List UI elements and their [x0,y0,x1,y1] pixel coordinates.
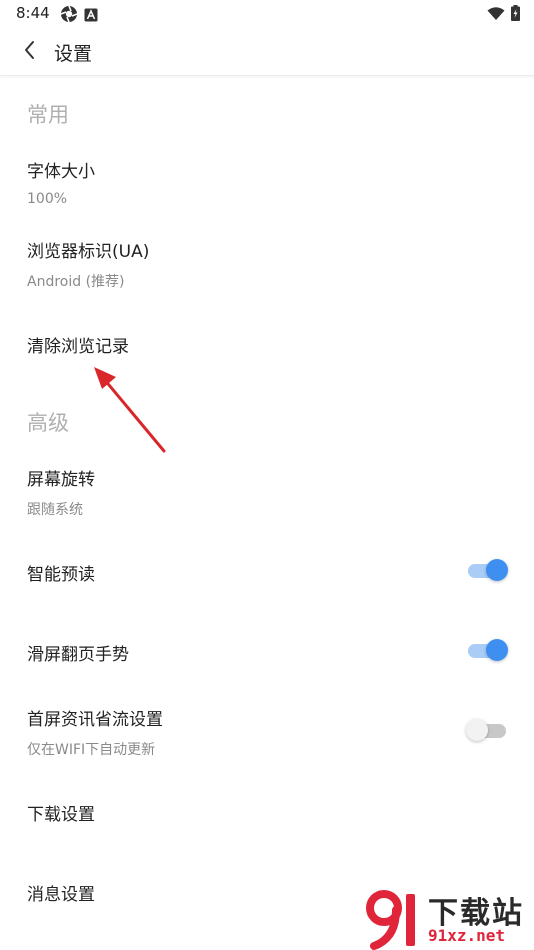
setting-value: 跟随系统 [27,502,83,518]
setting-screen-rotation[interactable]: 屏幕旋转 跟随系统 [0,450,534,528]
annotation-arrow [94,367,166,453]
page-title: 设置 [54,43,93,65]
setting-title: 智能预读 [27,565,95,585]
setting-title: 字体大小 [27,162,95,182]
smart-preload-toggle[interactable] [466,557,508,583]
setting-title: 浏览器标识(UA) [27,242,150,262]
setting-title: 清除浏览记录 [27,337,129,357]
watermark-domain: 91xz.net [428,926,506,945]
setting-user-agent[interactable]: 浏览器标识(UA) Android (推荐) [0,222,534,300]
a-box-icon [84,7,98,26]
app-bar: 设置 [0,28,534,76]
aperture-icon [60,5,78,27]
section-header-common: 常用 [27,103,69,127]
setting-font-size[interactable]: 字体大小 100% [0,142,534,220]
watermark-logo-icon [366,890,415,950]
toggle-thumb [466,719,488,741]
setting-title: 首屏资讯省流设置 [27,710,163,730]
status-bar: 8:44 [0,0,534,28]
toggle-thumb [486,559,508,581]
setting-smart-preload[interactable]: 智能预读 [0,540,534,602]
setting-clear-history[interactable]: 清除浏览记录 [0,312,534,374]
setting-title: 屏幕旋转 [27,470,95,490]
data-saving-toggle[interactable] [466,717,508,743]
setting-value: 100% [27,191,68,207]
status-time: 8:44 [16,4,50,22]
setting-download[interactable]: 下载设置 [0,780,534,842]
chevron-left-icon [23,40,37,64]
wifi-icon [487,6,505,25]
setting-title: 消息设置 [27,885,95,905]
battery-charging-icon [511,5,520,25]
setting-value: 仅在WIFI下自动更新 [27,742,156,758]
setting-swipe-gesture[interactable]: 滑屏翻页手势 [0,620,534,682]
swipe-gesture-toggle[interactable] [466,637,508,663]
back-button[interactable] [14,36,46,68]
setting-title: 滑屏翻页手势 [27,645,129,665]
watermark: 下载站 91xz.net [362,888,534,950]
setting-value: Android (推荐) [27,274,125,290]
section-header-advanced: 高级 [27,411,69,435]
setting-title: 下载设置 [27,805,95,825]
toggle-thumb [486,639,508,661]
setting-data-saving[interactable]: 首屏资讯省流设置 仅在WIFI下自动更新 [0,690,534,768]
